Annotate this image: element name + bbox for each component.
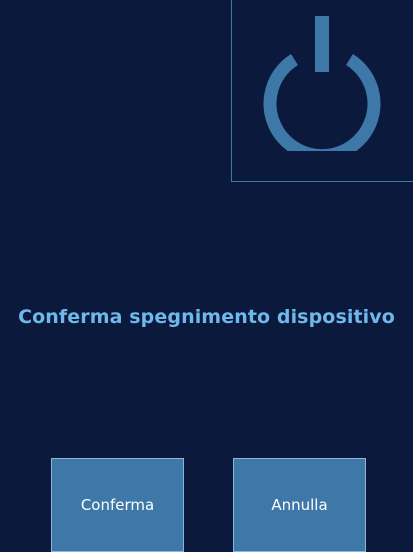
confirm-button[interactable]: Conferma	[51, 458, 184, 552]
cancel-button-label: Annulla	[271, 496, 328, 514]
power-icon	[263, 16, 381, 151]
shutdown-confirm-message: Conferma spegnimento dispositivo	[18, 306, 395, 328]
confirm-button-label: Conferma	[80, 496, 155, 514]
power-icon-panel	[231, 0, 413, 182]
cancel-button[interactable]: Annulla	[233, 458, 366, 552]
